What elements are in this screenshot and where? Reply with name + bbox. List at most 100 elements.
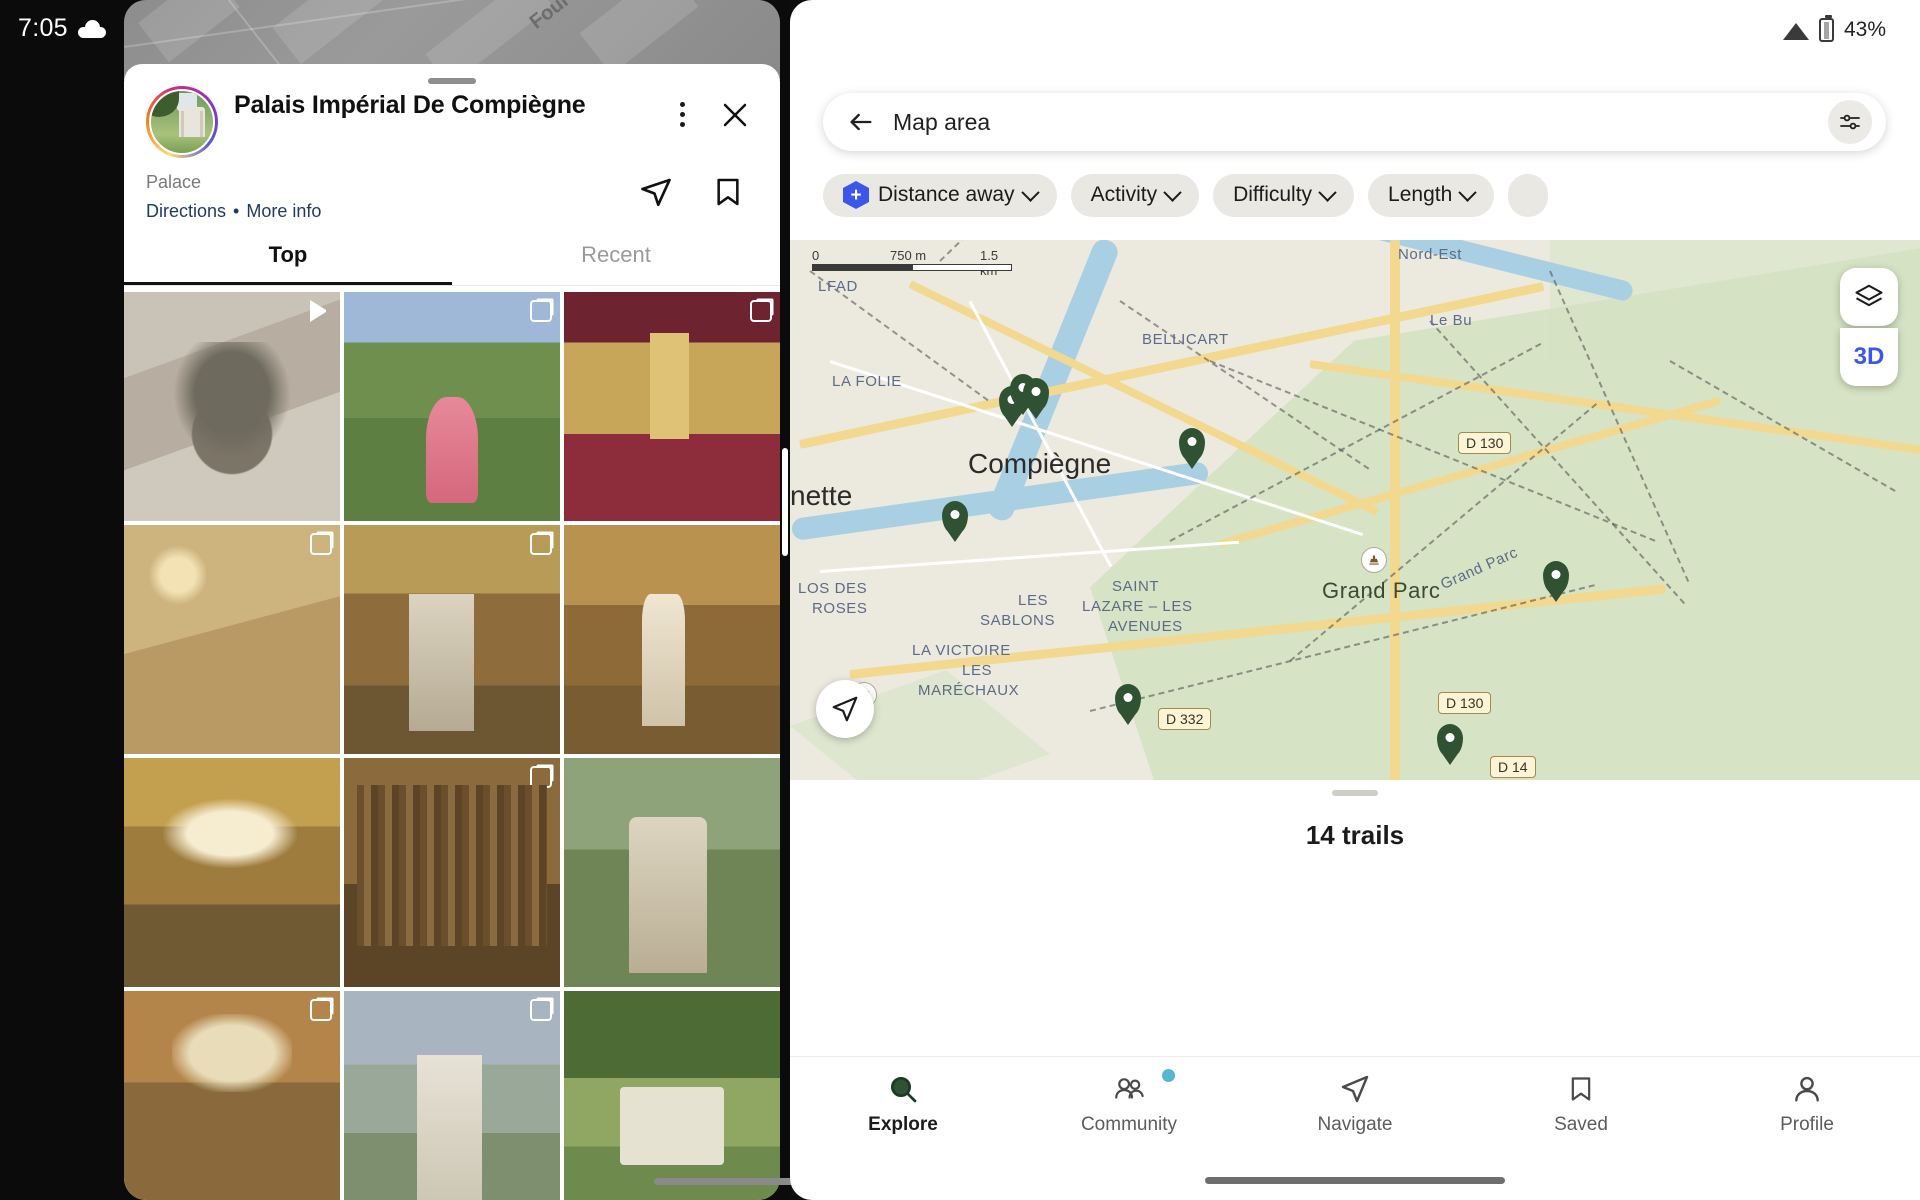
battery-icon [1818,15,1834,42]
status-time: 7:05 [18,14,68,42]
chevron-down-icon [1020,182,1040,202]
sheet-drag-handle[interactable] [428,78,476,84]
chevron-down-icon [1163,182,1182,202]
map-label: ROSES [812,600,868,617]
left-pane: 7:05 Four Palais Impérial De Compiègne P… [0,0,922,1200]
map-label: LA FOLIE [832,373,902,390]
map-label: LAZARE – LES [1082,598,1193,615]
split-divider-handle[interactable] [782,448,788,556]
map-label: LES [1018,592,1049,609]
tab-recent[interactable]: Recent [452,242,780,285]
grid-item[interactable] [124,757,340,987]
grid-item[interactable] [124,990,340,1200]
right-pane: 43% Map area + Distance away Activity Di… [790,0,1920,1200]
map-scale-bar: 0 750 m 1.5 km [812,248,1012,278]
filter-chips: + Distance away Activity Difficulty Leng… [823,172,1920,218]
place-links: Directions • More info [146,201,638,222]
split-screen-root: 7:05 Four Palais Impérial De Compiègne P… [0,0,1920,1200]
map-label: Le Bu [1430,312,1473,329]
cloud-icon [77,19,106,38]
road-badge: D 130 [1458,432,1512,454]
trail-pin[interactable] [1179,428,1205,462]
poi-castle-icon[interactable] [1361,547,1387,573]
wifi-icon [1782,21,1809,40]
nav-label: Profile [1780,1114,1834,1135]
bottom-navigation: Explore Community Navigate Saved Profile [790,1056,1920,1152]
multi-photo-icon [530,532,552,555]
multi-photo-icon [310,998,332,1021]
sliders-icon[interactable] [1828,100,1872,144]
multi-photo-icon [750,300,772,322]
results-sheet: 14 trails [790,780,1920,880]
grid-item[interactable] [124,524,340,754]
grid-item[interactable] [564,990,780,1200]
more-options-icon[interactable] [662,92,702,136]
grid-item[interactable] [564,292,780,521]
3d-toggle-button[interactable]: 3D [1840,328,1898,386]
search-bar[interactable]: Map area [823,93,1886,151]
map-label: LFAD [818,278,858,295]
page-title: Palais Impérial De Compiègne [234,91,586,119]
nav-item-saved[interactable]: Saved [1468,1073,1694,1136]
grid-item[interactable] [344,524,560,754]
map-label: LES [962,662,993,679]
chip-label: Activity [1090,183,1158,206]
grid-item[interactable] [344,757,560,987]
grid-item[interactable] [124,292,340,521]
link-separator: • [233,201,240,221]
tab-top[interactable]: Top [124,242,452,285]
results-drag-handle[interactable] [1332,790,1378,796]
layers-icon[interactable] [1840,268,1898,326]
chip-overflow[interactable] [1508,173,1549,217]
instagram-place-window: Four Palais Impérial De Compiègne Palace… [124,0,780,1200]
notification-badge [1162,1069,1175,1082]
place-subinfo: Palace Directions • More info [124,158,780,222]
map-label: AVENUES [1108,618,1183,635]
search-input[interactable]: Map area [877,109,1828,136]
right-status-bar: 43% [1782,15,1886,42]
bookmark-icon[interactable] [712,174,744,215]
grid-item[interactable] [344,292,560,521]
road-badge: D 130 [1438,692,1492,714]
trail-map[interactable]: 0 750 m 1.5 km LFAD LA FOLIE BELLICART N… [790,240,1920,780]
nav-item-profile[interactable]: Profile [1694,1073,1920,1136]
trails-count: 14 trails [1305,820,1405,850]
directions-link[interactable]: Directions [146,201,226,221]
grid-item[interactable] [564,757,780,987]
map-label-partial: nette [790,480,853,511]
map-label: LA VICTOIRE [912,642,1011,659]
nav-label: Explore [868,1114,938,1135]
locate-me-button[interactable] [816,680,874,738]
photo-grid [124,292,780,1200]
map-label: BELLICART [1142,331,1229,348]
chip-activity[interactable]: Activity [1070,173,1200,217]
place-sheet: Palais Impérial De Compiègne Palace Dire… [124,64,780,1200]
multi-photo-icon [530,998,552,1021]
road-badge: D 332 [1158,708,1212,730]
avatar[interactable] [146,86,218,158]
chip-label: Difficulty [1233,183,1313,206]
nav-label: Saved [1554,1114,1608,1135]
nav-item-explore[interactable]: Explore [790,1073,1016,1136]
arrow-left-icon[interactable] [845,106,877,138]
share-icon[interactable] [638,174,674,215]
multi-photo-icon [530,300,552,322]
map-label: MARÉCHAUX [918,682,1020,699]
road-badge: D 14 [1490,756,1536,778]
grid-item[interactable] [564,524,780,754]
close-icon[interactable] [712,92,758,138]
more-info-link[interactable]: More info [246,201,321,221]
chip-difficulty[interactable]: Difficulty [1213,173,1355,217]
grid-item[interactable] [344,990,560,1200]
nav-item-community[interactable]: Community [1016,1069,1242,1136]
scale-zero: 0 [812,248,820,263]
chip-label: Distance away [878,183,1015,206]
map-label: SABLONS [980,612,1056,629]
trail-pin[interactable] [942,501,968,535]
chip-length[interactable]: Length [1368,173,1495,217]
chip-distance-away[interactable]: + Distance away [823,173,1057,217]
scale-max: 1.5 km [980,248,999,278]
battery-percent: 43% [1843,18,1886,41]
map-label: SAINT [1112,578,1160,595]
nav-item-navigate[interactable]: Navigate [1242,1073,1468,1136]
